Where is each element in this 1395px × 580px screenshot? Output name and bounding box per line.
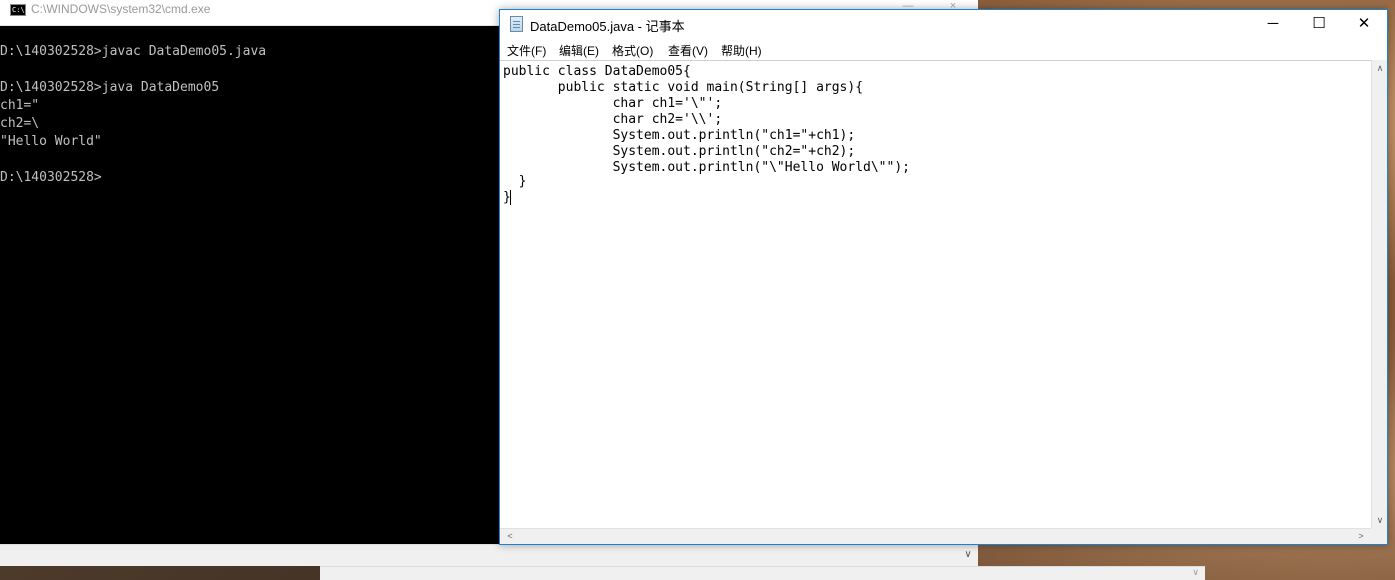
text-editor-area[interactable]: public class DataDemo05{ public static v… — [500, 60, 1371, 528]
code-line: char ch1='\"'; — [503, 96, 723, 111]
cmd-line: ch2=\ — [0, 116, 40, 131]
cmd-icon: C:\ — [10, 4, 26, 16]
maximize-button[interactable]: ☐ — [1296, 10, 1342, 39]
background-window-strip: ∨ — [320, 566, 1205, 580]
code-line: char ch2='\\'; — [503, 112, 723, 127]
vertical-scrollbar[interactable]: ∧ ∨ — [1371, 60, 1387, 528]
code-line: public class DataDemo05{ — [503, 64, 691, 79]
cmd-title: C:\WINDOWS\system32\cmd.exe — [31, 2, 211, 16]
menu-view[interactable]: 查看(V) — [668, 42, 708, 59]
code-line: System.out.println("ch1="+ch1); — [503, 128, 856, 143]
minimize-button[interactable]: ─ — [1250, 10, 1296, 39]
code-line: System.out.println("ch2="+ch2); — [503, 144, 856, 159]
close-button[interactable]: ✕ — [1341, 10, 1387, 39]
cmd-line: D:\140302528>java DataDemo05 — [0, 80, 220, 95]
text-caret — [510, 190, 511, 205]
menu-format[interactable]: 格式(O) — [612, 42, 653, 59]
cmd-horizontal-scrollbar[interactable]: ∨ — [0, 544, 978, 566]
cmd-line: D:\140302528>javac DataDemo05.java — [0, 44, 267, 59]
menu-file[interactable]: 文件(F) — [507, 42, 546, 59]
chevron-left-icon[interactable]: < — [502, 529, 518, 545]
notepad-icon — [510, 16, 523, 32]
chevron-down-icon[interactable]: ∨ — [1372, 512, 1388, 528]
menu-help[interactable]: 帮助(H) — [721, 42, 762, 59]
notepad-titlebar[interactable]: DataDemo05.java - 记事本 ─ ☐ ✕ — [500, 10, 1387, 39]
horizontal-scrollbar[interactable]: < > — [500, 528, 1371, 544]
code-line: } — [503, 174, 527, 189]
cmd-line: "Hello World" — [0, 134, 102, 149]
menu-edit[interactable]: 编辑(E) — [559, 42, 599, 59]
chevron-up-icon[interactable]: ∧ — [1372, 60, 1388, 76]
notepad-window[interactable]: DataDemo05.java - 记事本 ─ ☐ ✕ 文件(F) 编辑(E) … — [499, 9, 1388, 545]
code-line: System.out.println("\"Hello World\""); — [503, 160, 910, 175]
notepad-title: DataDemo05.java - 记事本 — [530, 19, 685, 34]
chevron-right-icon[interactable]: > — [1353, 529, 1369, 545]
cmd-line: ch1=" — [0, 98, 40, 113]
scrollbar-corner — [1371, 528, 1387, 544]
code-line: public static void main(String[] args){ — [503, 80, 864, 95]
chevron-down-icon: ∨ — [1192, 567, 1199, 577]
chevron-down-icon[interactable]: ∨ — [960, 547, 976, 563]
menu-bar: 文件(F) 编辑(E) 格式(O) 查看(V) 帮助(H) — [500, 39, 1387, 60]
cmd-line: D:\140302528> — [0, 170, 102, 185]
